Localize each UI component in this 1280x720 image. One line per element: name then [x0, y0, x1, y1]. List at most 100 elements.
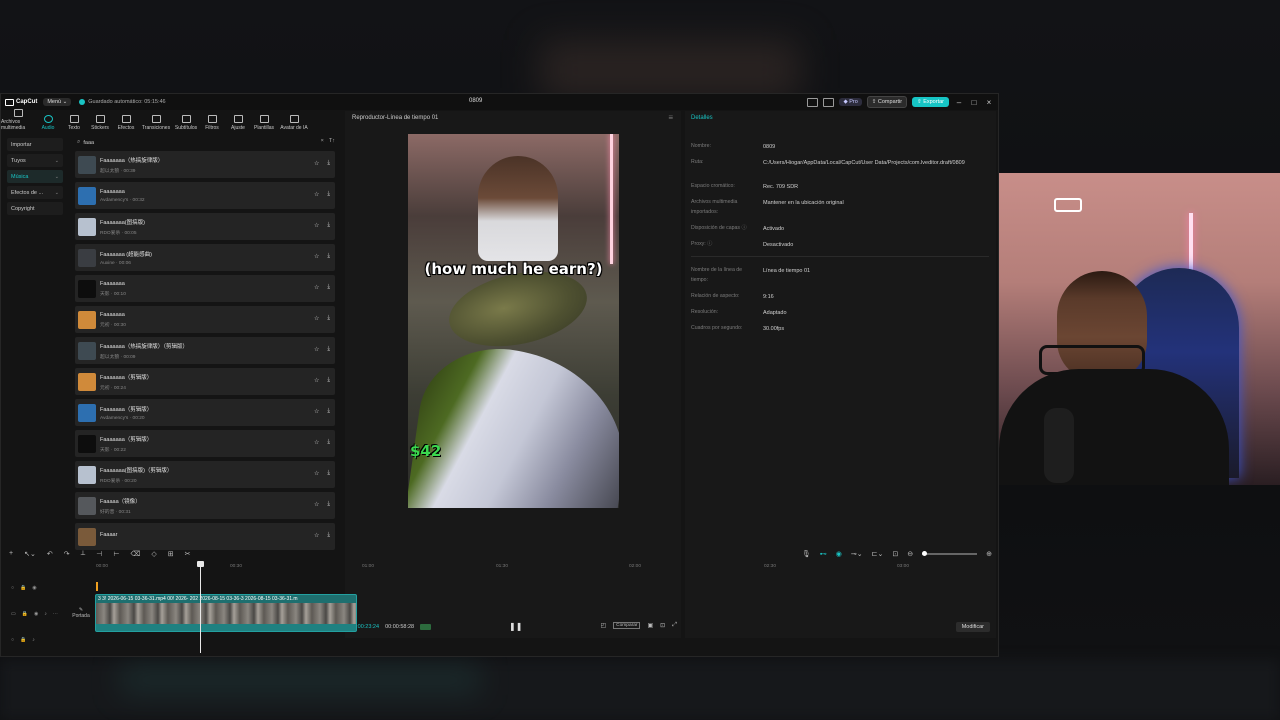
- maximize-icon[interactable]: □: [969, 98, 979, 107]
- favorite-icon[interactable]: ☆: [314, 470, 319, 477]
- split-right-icon[interactable]: ⊢: [113, 550, 119, 558]
- favorite-icon[interactable]: ☆: [314, 408, 319, 415]
- favorite-icon[interactable]: ☆: [314, 222, 319, 229]
- tool-effects[interactable]: Efectos: [113, 115, 139, 133]
- favorite-icon[interactable]: ☆: [314, 377, 319, 384]
- timeline-marker[interactable]: [96, 582, 98, 591]
- video-preview[interactable]: (how much he earn?) $42: [408, 134, 619, 508]
- delete-icon[interactable]: ⌫: [130, 550, 140, 558]
- caption-icon[interactable]: ⊡: [892, 550, 898, 558]
- pro-button[interactable]: ◆ Pro: [839, 98, 862, 106]
- music-track-item[interactable]: Faaaaaaa Avdamency's · 00:32 ☆ ⤓: [75, 182, 335, 209]
- download-icon[interactable]: ⤓: [327, 284, 330, 291]
- magnet-icon[interactable]: ◉: [836, 550, 842, 558]
- favorite-icon[interactable]: ☆: [314, 346, 319, 353]
- music-track-item[interactable]: Faaaar ☆ ⤓: [75, 523, 335, 550]
- track-toggle-icon[interactable]: ○: [11, 637, 14, 643]
- export-button[interactable]: ⇧ Exportar: [912, 97, 949, 107]
- minimize-icon[interactable]: –: [954, 98, 964, 107]
- favorite-icon[interactable]: ☆: [314, 501, 319, 508]
- modify-button[interactable]: Modificar: [955, 622, 990, 632]
- add-icon[interactable]: +: [9, 550, 13, 558]
- close-icon[interactable]: ×: [984, 98, 994, 107]
- download-icon[interactable]: ⤓: [327, 160, 330, 167]
- favorite-icon[interactable]: ☆: [314, 315, 319, 322]
- download-icon[interactable]: ⤓: [327, 501, 330, 508]
- download-icon[interactable]: ⤓: [327, 315, 330, 322]
- tool-transitions[interactable]: Transiciones: [139, 115, 173, 133]
- favorite-icon[interactable]: ☆: [314, 284, 319, 291]
- download-icon[interactable]: ⤓: [327, 377, 330, 384]
- cover-button[interactable]: ✎ Portada: [71, 607, 91, 619]
- layout-icon[interactable]: [807, 97, 819, 107]
- category-yours[interactable]: Tuyos ⌄: [7, 154, 63, 167]
- zoom-knob[interactable]: [922, 551, 928, 556]
- redo-icon[interactable]: ↷: [64, 550, 70, 558]
- split-left-icon[interactable]: ⊣: [96, 550, 102, 558]
- search-input[interactable]: faaa: [83, 140, 94, 146]
- zoom-slider[interactable]: [922, 551, 978, 556]
- music-track-item[interactable]: Faaaaaaa（剪辑版） 天影 · 00:22 ☆ ⤓: [75, 430, 335, 457]
- tool-subtitles[interactable]: Subtítulos: [173, 115, 199, 133]
- split-icon[interactable]: ⟂: [81, 550, 86, 558]
- music-track-item[interactable]: Faaaaaaa（热搞旋律版） 超以太狼 · 00:39 ☆ ⤓: [75, 151, 335, 178]
- download-icon[interactable]: ⤓: [327, 222, 330, 229]
- favorite-icon[interactable]: ☆: [314, 191, 319, 198]
- music-track-item[interactable]: Faaaaa（镜像） 好的音 · 00:31 ☆ ⤓: [75, 492, 335, 519]
- category-import[interactable]: Importar: [7, 138, 63, 151]
- favorite-icon[interactable]: ☆: [314, 160, 319, 167]
- undo-icon[interactable]: ↶: [47, 550, 53, 558]
- timeline-ruler[interactable]: 00:00 00:30 01:00 01:30 02:00 02:30 03:0…: [91, 563, 991, 573]
- tool-media[interactable]: Archivos multimedia: [1, 109, 35, 133]
- lock-icon[interactable]: 🔒: [20, 585, 26, 591]
- video-clip[interactable]: 3 3! 2026-06-15 03-36-31.mp4 00! 2026- 2…: [95, 594, 357, 632]
- music-track-item[interactable]: Faaaaaaa（剪辑版） Avdamency's · 00:20 ☆ ⤓: [75, 399, 335, 426]
- ratio-icon[interactable]: ⊡: [660, 622, 665, 629]
- more-icon[interactable]: ⋯: [53, 611, 58, 617]
- download-icon[interactable]: ⤓: [327, 408, 330, 415]
- download-icon[interactable]: ⤓: [327, 439, 330, 446]
- music-track-item[interactable]: Faaaaaaa 天影 · 00:10 ☆ ⤓: [75, 275, 335, 302]
- music-track-item[interactable]: Faaaaaaa (超能感曲) Auxine · 00:06 ☆ ⤓: [75, 244, 335, 271]
- trim-icon[interactable]: ✂: [185, 550, 191, 558]
- preview-axis-icon[interactable]: ⊏⌄: [872, 550, 884, 558]
- download-icon[interactable]: ⤓: [327, 191, 330, 198]
- player-menu-icon[interactable]: ≡: [668, 113, 673, 122]
- music-track-item[interactable]: Faaaaaaa（剪辑版） 元初 · 00:24 ☆ ⤓: [75, 368, 335, 395]
- audio-toggle-icon[interactable]: ♪: [44, 611, 47, 617]
- screenshot-icon[interactable]: ▣: [647, 622, 653, 629]
- tool-templates[interactable]: Plantillas: [251, 115, 277, 133]
- eye-icon[interactable]: ◉: [32, 585, 36, 591]
- playhead-handle[interactable]: [197, 561, 204, 567]
- tool-text[interactable]: Texto: [61, 115, 87, 133]
- download-icon[interactable]: ⤓: [327, 532, 330, 539]
- share-button[interactable]: ⇪ Compartir: [866, 96, 908, 108]
- track-toggle-icon[interactable]: ○: [11, 585, 14, 591]
- freeze-icon[interactable]: ⊞: [168, 550, 174, 558]
- music-track-item[interactable]: Faaaaaaa（热搞旋律版）（剪辑版） 超以太狼 · 00:09 ☆ ⤓: [75, 337, 335, 364]
- playhead[interactable]: [197, 561, 204, 653]
- tool-audio[interactable]: Audio: [35, 115, 61, 133]
- audio-toggle-icon[interactable]: ♪: [32, 637, 35, 643]
- download-icon[interactable]: ⤓: [327, 470, 330, 477]
- eye-icon[interactable]: ◉: [34, 611, 38, 617]
- lock-icon[interactable]: 🔒: [22, 611, 28, 617]
- music-track-item[interactable]: Faaaaaaa(图搞版)（剪辑版） RDO爱杀 · 00:20 ☆ ⤓: [75, 461, 335, 488]
- track-toggle-icon[interactable]: ▭: [11, 611, 16, 617]
- category-sound-effects[interactable]: Efectos de ... ⌄: [7, 186, 63, 199]
- music-search[interactable]: ⌕ faaa × T↑: [71, 138, 341, 147]
- favorite-icon[interactable]: ☆: [314, 253, 319, 260]
- tool-stickers[interactable]: Stickers: [87, 115, 113, 133]
- pause-icon[interactable]: ❚❚: [509, 622, 522, 631]
- crop-icon[interactable]: ◰: [600, 622, 606, 629]
- menu-button[interactable]: Menú ⌄: [43, 98, 72, 106]
- favorite-icon[interactable]: ☆: [314, 439, 319, 446]
- tool-ai-avatar[interactable]: Avatar de IA: [277, 115, 311, 133]
- fullscreen-icon[interactable]: ⤢: [672, 622, 677, 629]
- tool-filters[interactable]: Filtros: [199, 115, 225, 133]
- category-copyright[interactable]: Copyright: [7, 202, 63, 215]
- tool-adjust[interactable]: Ajuste: [225, 115, 251, 133]
- snap-icon[interactable]: ⊸⌄: [851, 550, 863, 558]
- shield-icon[interactable]: ◇: [151, 550, 156, 558]
- lock-icon[interactable]: 🔒: [20, 637, 26, 643]
